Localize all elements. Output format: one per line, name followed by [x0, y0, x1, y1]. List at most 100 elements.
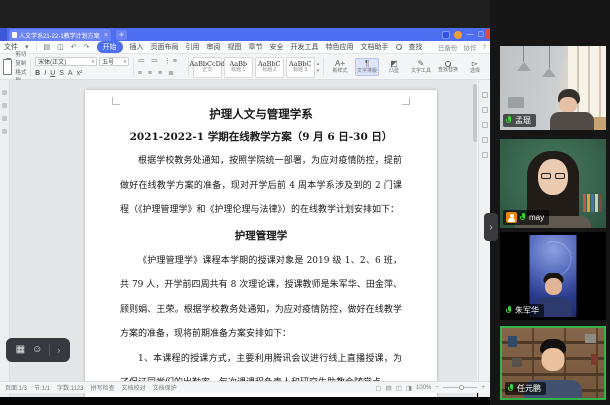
user-avatar[interactable]	[454, 31, 462, 39]
paste-icon[interactable]	[3, 59, 12, 75]
sidebar-collapse-handle[interactable]: ›	[484, 213, 498, 241]
font-size-select[interactable]: 五号 ▾	[99, 57, 129, 66]
maximize-button[interactable]: ▢	[477, 30, 484, 39]
text-tools-icon	[418, 60, 425, 68]
list-and-indent-icons[interactable]: ≔ ≕ ⋮≡	[138, 57, 184, 65]
right-strip-icon[interactable]	[482, 122, 488, 128]
right-strip-icon[interactable]	[482, 137, 488, 143]
menu-view[interactable]: 视图	[228, 42, 242, 52]
view-mode-icon[interactable]: ▢	[375, 384, 381, 392]
pendant-lamp	[517, 46, 531, 71]
left-strip-icon[interactable]	[2, 103, 7, 108]
zoom-slider[interactable]	[443, 387, 477, 388]
save-icon[interactable]	[44, 44, 51, 51]
divider	[49, 344, 50, 356]
new-tab-button[interactable]: +	[116, 30, 127, 40]
document-page[interactable]: 护理人文与管理学系 2021-2022-1 学期在线教学方案（9 月 6 日-3…	[85, 90, 437, 397]
dock-expand-chevron-icon[interactable]: ›	[57, 346, 60, 355]
left-strip-icon[interactable]	[2, 116, 7, 121]
status-spellcheck[interactable]: 拼写检查	[91, 383, 115, 392]
statusbar-right: ▢ ▤ ◫ ◨ 100% − +	[375, 384, 485, 392]
microphone-on-icon	[506, 306, 512, 315]
menu-page-layout[interactable]: 页面布局	[151, 42, 179, 52]
strikethrough-button[interactable]: S	[59, 70, 64, 77]
cut-button[interactable]: 剪切	[15, 50, 26, 58]
apps-grid-icon[interactable]	[16, 345, 25, 355]
underline-button[interactable]: U	[50, 70, 55, 77]
menu-security[interactable]: 安全	[270, 42, 284, 52]
new-style-button[interactable]: 新样式	[328, 59, 352, 75]
bold-button[interactable]: B	[35, 70, 40, 77]
clipboard-group: 剪切 复制 格式刷	[3, 57, 26, 77]
text-tools-button[interactable]: 文字工具	[409, 59, 433, 75]
participant-video-tile[interactable]: 朱军华	[500, 232, 606, 320]
stage-top-strip	[0, 0, 490, 28]
eye-protect-icon[interactable]: ◨	[406, 384, 412, 392]
home-tab-fragment[interactable]	[0, 28, 7, 41]
participant-video-tile-speaking[interactable]: 任元鹏	[500, 326, 606, 400]
menu-references[interactable]: 引用	[186, 42, 200, 52]
font-color-button[interactable]: A	[68, 70, 73, 77]
styles-gallery-scroll[interactable]: ▴▾	[317, 61, 320, 74]
style-heading3[interactable]: AaBbC 标题 3	[286, 57, 315, 78]
superscript-button[interactable]: x²	[77, 70, 83, 77]
menu-insert[interactable]: 插入	[130, 42, 144, 52]
left-strip-icon[interactable]	[2, 129, 7, 134]
menu-special-apps[interactable]: 特色应用	[326, 42, 354, 52]
emoji-icon[interactable]	[32, 345, 42, 355]
status-protect[interactable]: 文档保护	[153, 383, 177, 392]
backup-status[interactable]: 已备份	[438, 42, 458, 52]
participant-video-tile[interactable]: may	[500, 139, 606, 228]
left-strip-icon[interactable]	[2, 90, 7, 95]
styles-gallery: AaBbCcDd 正文 AaBb 标题 1 AaBbC 标题 2 AaBbC 标…	[193, 57, 320, 77]
shelf-book	[585, 334, 596, 343]
ribbon-tools: 新样式 文字排版 凸显 文字工具 查找替换	[328, 57, 487, 77]
undo-icon[interactable]	[71, 44, 77, 51]
document-tab[interactable]: 人文学系21-22-1教学计划方案 ×	[9, 29, 111, 41]
print-icon[interactable]	[57, 44, 64, 51]
menu-dev-tools[interactable]: 开发工具	[291, 42, 319, 52]
style-heading2[interactable]: AaBbC 标题 2	[255, 57, 284, 78]
minimize-button[interactable]: —	[466, 30, 473, 39]
text-layout-button[interactable]: 文字排版	[355, 58, 379, 76]
zoom-level[interactable]: 100%	[416, 385, 431, 391]
window-tab-bar: 人文学系21-22-1教学计划方案 × + — ▢	[0, 28, 490, 41]
meeting-floating-dock[interactable]: ›	[6, 338, 70, 362]
copy-button[interactable]: 复制	[15, 59, 26, 67]
zoom-slider-knob[interactable]	[459, 385, 464, 390]
italic-button[interactable]: I	[44, 70, 46, 77]
style-label: 标题 1	[231, 68, 245, 73]
style-normal[interactable]: AaBbCcDd 正文	[193, 57, 222, 78]
right-strip-icon[interactable]	[482, 152, 488, 158]
document-subtitle: 2021-2022-1 学期在线教学方案（9 月 6 日-30 日）	[120, 125, 402, 149]
menu-review[interactable]: 审阅	[207, 42, 221, 52]
tab-close-icon[interactable]: ×	[104, 32, 108, 39]
zoom-out-button[interactable]: −	[435, 384, 439, 391]
redo-icon[interactable]	[84, 44, 90, 51]
outline-view-icon[interactable]: ▤	[386, 384, 392, 392]
menu-home[interactable]: 开始	[97, 41, 123, 53]
status-proofread[interactable]: 文档校对	[122, 383, 146, 392]
font-name-select[interactable]: 宋体(正文) ▾	[35, 57, 97, 66]
help-button[interactable]: ?	[482, 44, 486, 51]
menu-doc-assistant[interactable]: 文档助手	[361, 42, 389, 52]
right-strip-icon[interactable]	[482, 92, 488, 98]
alignment-icons[interactable]: ≡ ≡ ≡ ≣	[138, 69, 184, 77]
zoom-in-button[interactable]: +	[481, 384, 485, 391]
find-replace-button[interactable]: 查找替换	[436, 60, 460, 74]
select-button[interactable]: 选择	[463, 59, 487, 75]
margin-mark	[402, 97, 410, 105]
search-icon[interactable]	[396, 44, 402, 50]
ribbon-toolbar: 剪切 复制 格式刷 宋体(正文) ▾ 五号 ▾	[0, 55, 490, 80]
vertical-scrollbar-thumb[interactable]	[473, 84, 477, 142]
highlight-button[interactable]: 凸显	[382, 59, 406, 75]
page-view-icon[interactable]: ◫	[396, 384, 402, 392]
participant-video-tile[interactable]: 孟琨	[500, 46, 606, 130]
style-heading1[interactable]: AaBb 标题 1	[224, 57, 253, 78]
status-wordcount[interactable]: 字数:1123	[57, 383, 84, 392]
app-account-icon[interactable]	[442, 31, 450, 39]
right-strip-icon[interactable]	[482, 107, 488, 113]
collaborate-button[interactable]: 协作	[463, 42, 476, 52]
menu-section[interactable]: 章节	[249, 42, 263, 52]
menu-find[interactable]: 查找	[409, 42, 423, 52]
